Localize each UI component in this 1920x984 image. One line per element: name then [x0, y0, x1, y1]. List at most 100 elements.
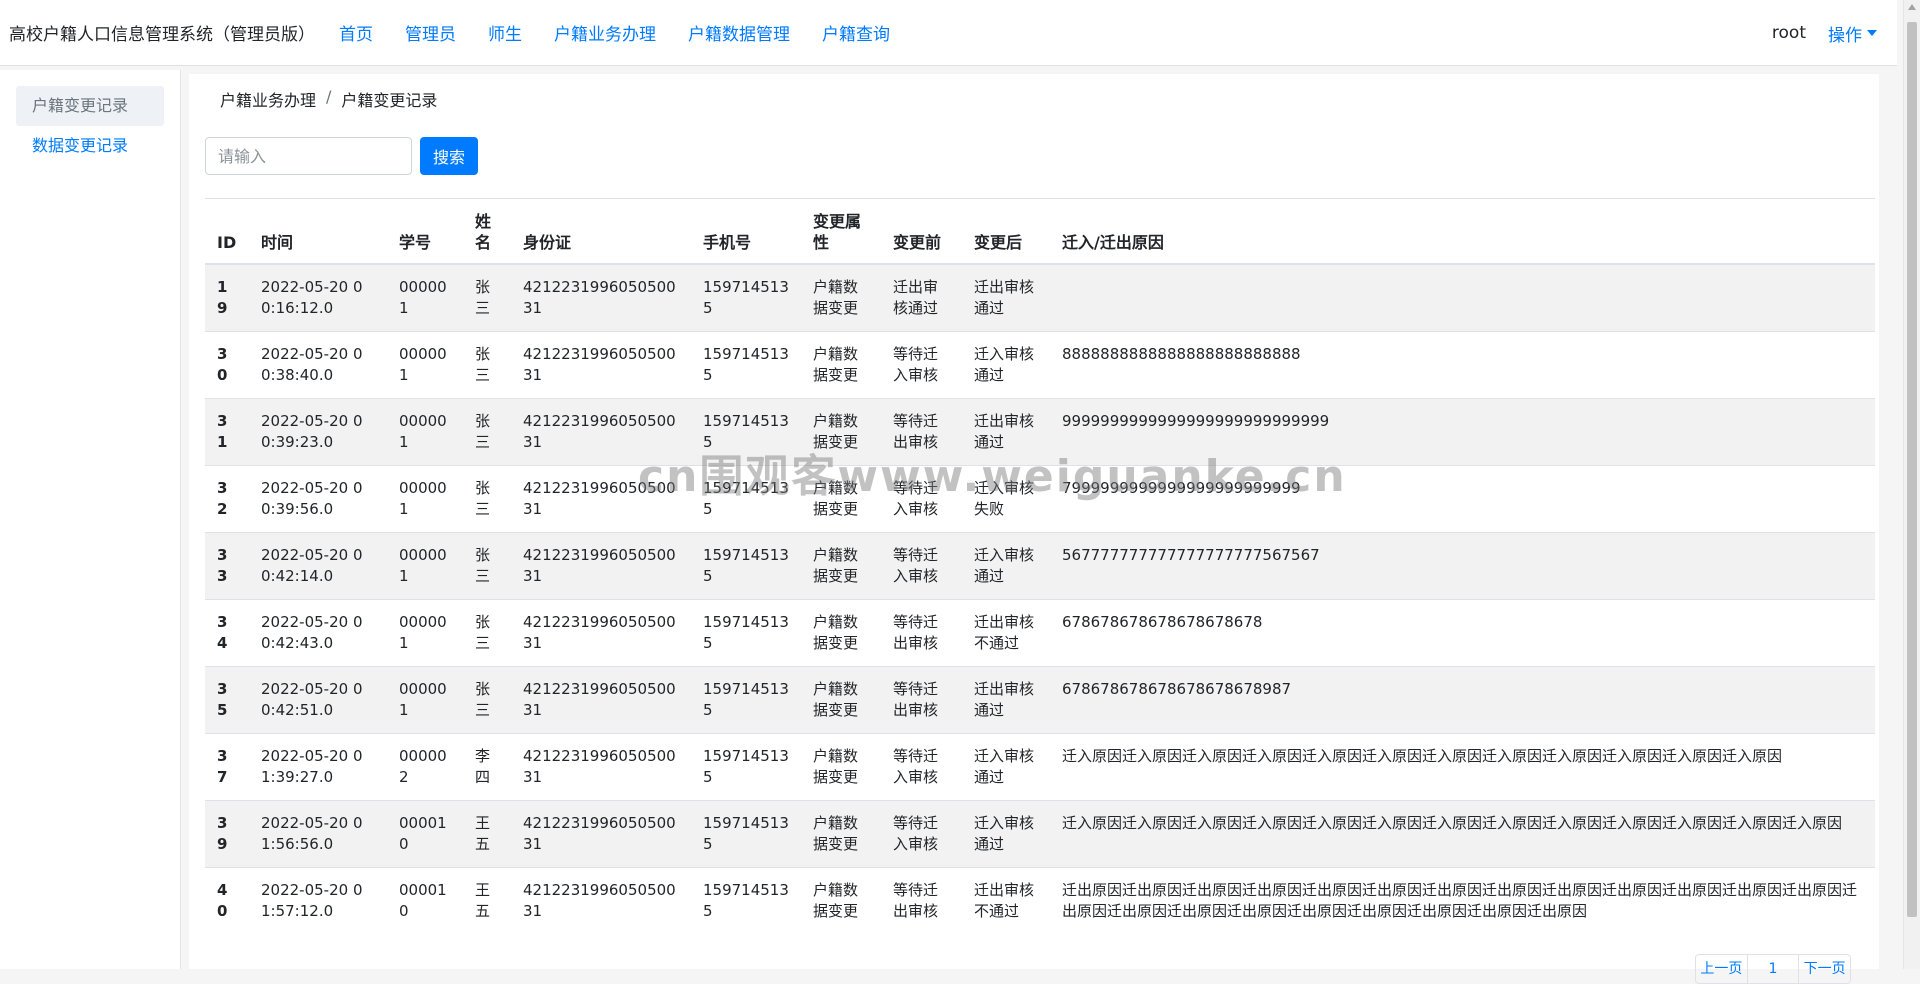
cell-time: 2022-05-20 00:39:23.0 — [249, 398, 387, 466]
main-content: 户籍业务办理 / 户籍变更记录 搜索 ID 时间 学号 姓名 身份证 手机号 变… — [189, 74, 1879, 984]
cell-after: 迁入审核通过 — [962, 800, 1050, 868]
search-button[interactable]: 搜索 — [420, 137, 478, 175]
nav-link-registry-data[interactable]: 户籍数据管理 — [688, 20, 790, 45]
app-title: 高校户籍人口信息管理系统（管理员版） — [9, 25, 315, 45]
cell-time: 2022-05-20 00:39:56.0 — [249, 465, 387, 533]
cell-after: 迁出审核不通过 — [962, 867, 1050, 934]
table-row: 30 2022-05-20 00:38:40.0 000001 张三 421223199… — [205, 331, 1875, 399]
cell-before: 等待迁入审核 — [881, 733, 962, 801]
cell-id: 31 — [205, 398, 249, 466]
cell-change-attr: 户籍数据变更 — [801, 398, 881, 466]
cell-change-attr: 户籍数据变更 — [801, 800, 881, 868]
cell-id-card: 421223199605050031 — [511, 263, 691, 332]
sidebar-item-data-change-log[interactable]: 数据变更记录 — [16, 126, 164, 166]
cell-student-no: 000010 — [387, 867, 463, 934]
cell-before: 等待迁入审核 — [881, 465, 962, 533]
column-header-id: ID — [205, 199, 249, 265]
cell-before: 等待迁出审核 — [881, 666, 962, 734]
table-row: 32 2022-05-20 00:39:56.0 000001 张三 421223199… — [205, 465, 1875, 533]
sidebar-item-registry-change-log[interactable]: 户籍变更记录 — [16, 86, 164, 126]
cell-reason: 迁出原因迁出原因迁出原因迁出原因迁出原因迁出原因迁出原因迁出原因迁出原因迁出原因… — [1050, 867, 1875, 934]
column-header-after: 变更后 — [962, 199, 1050, 265]
cell-id-card: 421223199605050031 — [511, 331, 691, 399]
cell-reason: 8888888888888888888888888 — [1050, 331, 1875, 399]
column-header-name: 姓名 — [463, 199, 511, 265]
cell-id: 35 — [205, 666, 249, 734]
cell-time: 2022-05-20 01:57:12.0 — [249, 867, 387, 934]
cell-name: 王五 — [463, 867, 511, 934]
cell-after: 迁入审核通过 — [962, 532, 1050, 600]
nav-links: 首页 管理员 师生 户籍业务办理 户籍数据管理 户籍查询 — [339, 20, 922, 45]
scrollbar-thumb[interactable] — [1907, 22, 1917, 917]
table-body: 19 2022-05-20 00:16:12.0 000001 张三 421223199… — [205, 263, 1875, 934]
cell-id: 30 — [205, 331, 249, 399]
nav-link-admin[interactable]: 管理员 — [405, 20, 456, 45]
column-header-id-card: 身份证 — [511, 199, 691, 265]
cell-student-no: 000001 — [387, 532, 463, 600]
records-table-wrap: ID 时间 学号 姓名 身份证 手机号 变更属性 变更前 变更后 迁入/迁出原因… — [205, 198, 1875, 934]
records-table: ID 时间 学号 姓名 身份证 手机号 变更属性 变更前 变更后 迁入/迁出原因… — [205, 199, 1875, 934]
cell-student-no: 000001 — [387, 666, 463, 734]
column-header-before: 变更前 — [881, 199, 962, 265]
cell-id: 19 — [205, 263, 249, 332]
cell-phone: 1597145135 — [691, 465, 801, 533]
cell-time: 2022-05-20 00:42:51.0 — [249, 666, 387, 734]
cell-reason: 678678678678678678678987 — [1050, 666, 1875, 734]
pager-prev[interactable]: 上一页 — [1696, 955, 1748, 983]
cell-phone: 1597145135 — [691, 733, 801, 801]
cell-reason: 迁入原因迁入原因迁入原因迁入原因迁入原因迁入原因迁入原因迁入原因迁入原因迁入原因… — [1050, 800, 1875, 868]
table-row: 37 2022-05-20 01:39:27.0 000002 李四 421223199… — [205, 733, 1875, 801]
cell-time: 2022-05-20 01:56:56.0 — [249, 800, 387, 868]
pager-next[interactable]: 下一页 — [1799, 955, 1850, 983]
cell-student-no: 000001 — [387, 599, 463, 667]
cell-phone: 1597145135 — [691, 666, 801, 734]
cell-before: 等待迁出审核 — [881, 398, 962, 466]
cell-time: 2022-05-20 00:16:12.0 — [249, 263, 387, 332]
cell-change-attr: 户籍数据变更 — [801, 263, 881, 332]
cell-phone: 1597145135 — [691, 867, 801, 934]
search-input[interactable] — [205, 137, 412, 175]
nav-link-registry-business[interactable]: 户籍业务办理 — [554, 20, 656, 45]
breadcrumb-item-current: 户籍变更记录 — [341, 91, 438, 110]
scroll-up-icon[interactable] — [1908, 4, 1916, 10]
cell-phone: 1597145135 — [691, 263, 801, 332]
top-navbar: 高校户籍人口信息管理系统（管理员版） 首页 管理员 师生 户籍业务办理 户籍数据… — [0, 0, 1897, 66]
cell-time: 2022-05-20 01:39:27.0 — [249, 733, 387, 801]
nav-link-home[interactable]: 首页 — [339, 20, 373, 45]
nav-link-teachers-students[interactable]: 师生 — [488, 20, 522, 45]
chevron-down-icon — [1867, 30, 1877, 36]
cell-change-attr: 户籍数据变更 — [801, 666, 881, 734]
cell-before: 等待迁入审核 — [881, 532, 962, 600]
cell-change-attr: 户籍数据变更 — [801, 599, 881, 667]
operations-dropdown[interactable]: 操作 — [1828, 21, 1877, 46]
cell-after: 迁入审核通过 — [962, 331, 1050, 399]
cell-change-attr: 户籍数据变更 — [801, 532, 881, 600]
cell-id: 32 — [205, 465, 249, 533]
nav-link-registry-query[interactable]: 户籍查询 — [822, 20, 890, 45]
cell-reason — [1050, 263, 1875, 332]
cell-reason: 678678678678678678678 — [1050, 599, 1875, 667]
cell-reason: 567777777777777777777567567 — [1050, 532, 1875, 600]
cell-phone: 1597145135 — [691, 398, 801, 466]
cell-phone: 1597145135 — [691, 532, 801, 600]
cell-student-no: 000001 — [387, 465, 463, 533]
cell-phone: 1597145135 — [691, 331, 801, 399]
nav-right: root 操作 — [1772, 0, 1877, 66]
pager-page-1[interactable]: 1 — [1748, 955, 1800, 983]
cell-time: 2022-05-20 00:38:40.0 — [249, 331, 387, 399]
cell-after: 迁出审核不通过 — [962, 599, 1050, 667]
cell-change-attr: 户籍数据变更 — [801, 867, 881, 934]
table-row: 33 2022-05-20 00:42:14.0 000001 张三 421223199… — [205, 532, 1875, 600]
cell-student-no: 000010 — [387, 800, 463, 868]
cell-student-no: 000001 — [387, 263, 463, 332]
cell-before: 等待迁出审核 — [881, 867, 962, 934]
cell-id-card: 421223199605050031 — [511, 599, 691, 667]
cell-after: 迁出审核通过 — [962, 263, 1050, 332]
cell-name: 王五 — [463, 800, 511, 868]
cell-id: 34 — [205, 599, 249, 667]
cell-before: 迁出审核通过 — [881, 263, 962, 332]
cell-student-no: 000001 — [387, 331, 463, 399]
cell-id: 39 — [205, 800, 249, 868]
vertical-scrollbar[interactable] — [1903, 0, 1920, 969]
breadcrumb-item-registry-business[interactable]: 户籍业务办理 — [220, 87, 316, 111]
